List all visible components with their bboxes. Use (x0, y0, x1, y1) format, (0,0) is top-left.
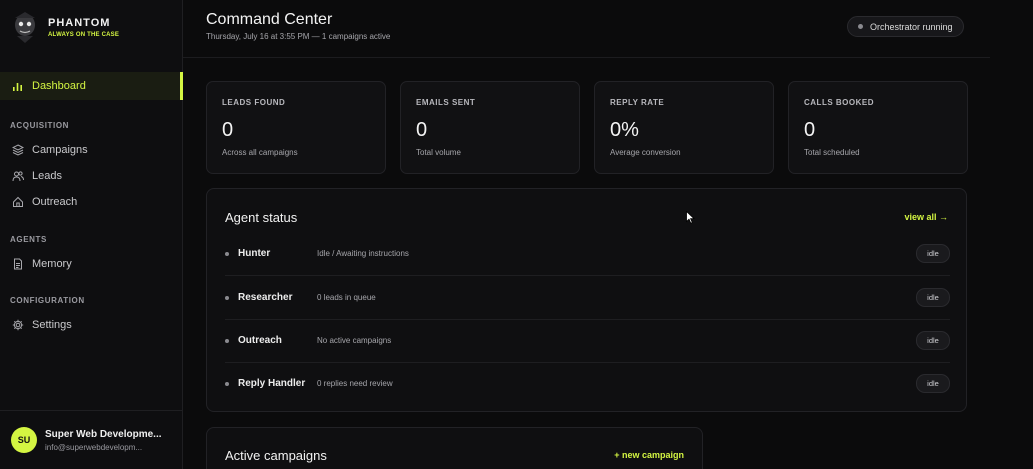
brand[interactable]: PHANTOM ALWAYS ON THE CASE (10, 10, 119, 44)
sidebar-item-settings[interactable]: Settings (0, 311, 183, 339)
user-email: info@superwebdevelopm... (45, 442, 143, 452)
agent-status-panel: Agent status view all → Hunter Idle / Aw… (206, 188, 967, 412)
stat-value: 0% (610, 119, 639, 141)
brand-tagline: ALWAYS ON THE CASE (48, 31, 120, 38)
sidebar-item-campaigns[interactable]: Campaigns (0, 136, 183, 164)
sidebar-item-memory[interactable]: Memory (0, 250, 183, 278)
agent-name: Reply Handler (238, 378, 306, 389)
stat-value: 0 (804, 119, 816, 141)
bar-chart-icon (11, 80, 24, 93)
orchestrator-status-badge: Orchestrator running (847, 16, 964, 37)
stat-label: REPLY RATE (610, 98, 665, 107)
stat-value: 0 (222, 119, 234, 141)
stat-label: CALLS BOOKED (804, 98, 874, 107)
agent-description: 0 leads in queue (317, 293, 376, 302)
stat-label: LEADS FOUND (222, 98, 286, 107)
avatar: SU (11, 427, 37, 453)
sidebar-item-label: Dashboard (32, 80, 86, 92)
agent-name: Outreach (238, 335, 282, 346)
stat-description: Total scheduled (804, 148, 860, 157)
stat-card-calls-booked: CALLS BOOKED 0 Total scheduled (788, 81, 968, 174)
stat-card-reply-rate: REPLY RATE 0% Average conversion (594, 81, 774, 174)
agent-status-badge: idle (916, 374, 950, 393)
section-label-configuration: CONFIGURATION (10, 296, 85, 305)
home-icon (11, 196, 24, 209)
agent-status-badge: idle (916, 288, 950, 307)
document-icon (11, 258, 24, 271)
section-label-acquisition: ACQUISITION (10, 121, 70, 130)
agent-status-badge: idle (916, 244, 950, 263)
panel-title: Agent status (225, 210, 298, 225)
stat-label: EMAILS SENT (416, 98, 476, 107)
agent-status-dot-icon (225, 296, 229, 300)
brand-name: PHANTOM (48, 16, 111, 29)
page-subtitle: Thursday, July 16 at 3:55 PM — 1 campaig… (206, 32, 391, 41)
view-all-link[interactable]: view all → (904, 212, 948, 222)
sidebar-item-label: Campaigns (32, 144, 88, 156)
status-dot-icon (858, 24, 863, 29)
sidebar-item-label: Outreach (32, 196, 78, 208)
sidebar-item-dashboard[interactable]: Dashboard (0, 72, 183, 100)
page-title: Command Center (206, 11, 333, 28)
agent-status-dot-icon (225, 339, 229, 343)
agent-row-hunter[interactable]: Hunter Idle / Awaiting instructions idle (225, 233, 950, 276)
status-text: Orchestrator running (870, 21, 953, 32)
new-campaign-button[interactable]: + new campaign (614, 450, 684, 460)
sidebar-item-outreach[interactable]: Outreach (0, 188, 183, 216)
stat-card-emails-sent: EMAILS SENT 0 Total volume (400, 81, 580, 174)
sidebar-item-leads[interactable]: Leads (0, 162, 183, 190)
agent-row-reply-handler[interactable]: Reply Handler 0 replies need review idle (225, 363, 950, 406)
agent-row-outreach[interactable]: Outreach No active campaigns idle (225, 320, 950, 363)
user-profile[interactable]: SU Super Web Developme... info@superwebd… (0, 410, 183, 469)
agent-status-dot-icon (225, 382, 229, 386)
sidebar: PHANTOM ALWAYS ON THE CASE Dashboard ACQ… (0, 0, 183, 469)
layers-icon (11, 144, 24, 157)
user-name: Super Web Developme... (45, 428, 162, 440)
mouse-cursor-icon (686, 210, 696, 229)
stat-value: 0 (416, 119, 428, 141)
agent-description: Idle / Awaiting instructions (317, 249, 409, 258)
agent-status-dot-icon (225, 252, 229, 256)
stat-description: Average conversion (610, 148, 681, 157)
sidebar-item-label: Leads (32, 170, 62, 182)
stat-card-leads-found: LEADS FOUND 0 Across all campaigns (206, 81, 386, 174)
users-icon (11, 170, 24, 183)
agent-name: Hunter (238, 248, 271, 259)
gear-icon (11, 319, 24, 332)
section-label-agents: AGENTS (10, 235, 47, 244)
sidebar-item-label: Memory (32, 258, 72, 270)
agent-description: No active campaigns (317, 336, 392, 345)
agent-status-badge: idle (916, 331, 950, 350)
panel-title: Active campaigns (225, 448, 327, 463)
stat-description: Total volume (416, 148, 461, 157)
sidebar-item-label: Settings (32, 319, 72, 331)
header-divider (183, 57, 990, 58)
stat-description: Across all campaigns (222, 148, 298, 157)
agent-description: 0 replies need review (317, 379, 393, 388)
active-campaigns-panel: Active campaigns + new campaign (206, 427, 703, 469)
phantom-logo-icon (10, 10, 40, 44)
agent-row-researcher[interactable]: Researcher 0 leads in queue idle (225, 277, 950, 320)
agent-name: Researcher (238, 292, 293, 303)
